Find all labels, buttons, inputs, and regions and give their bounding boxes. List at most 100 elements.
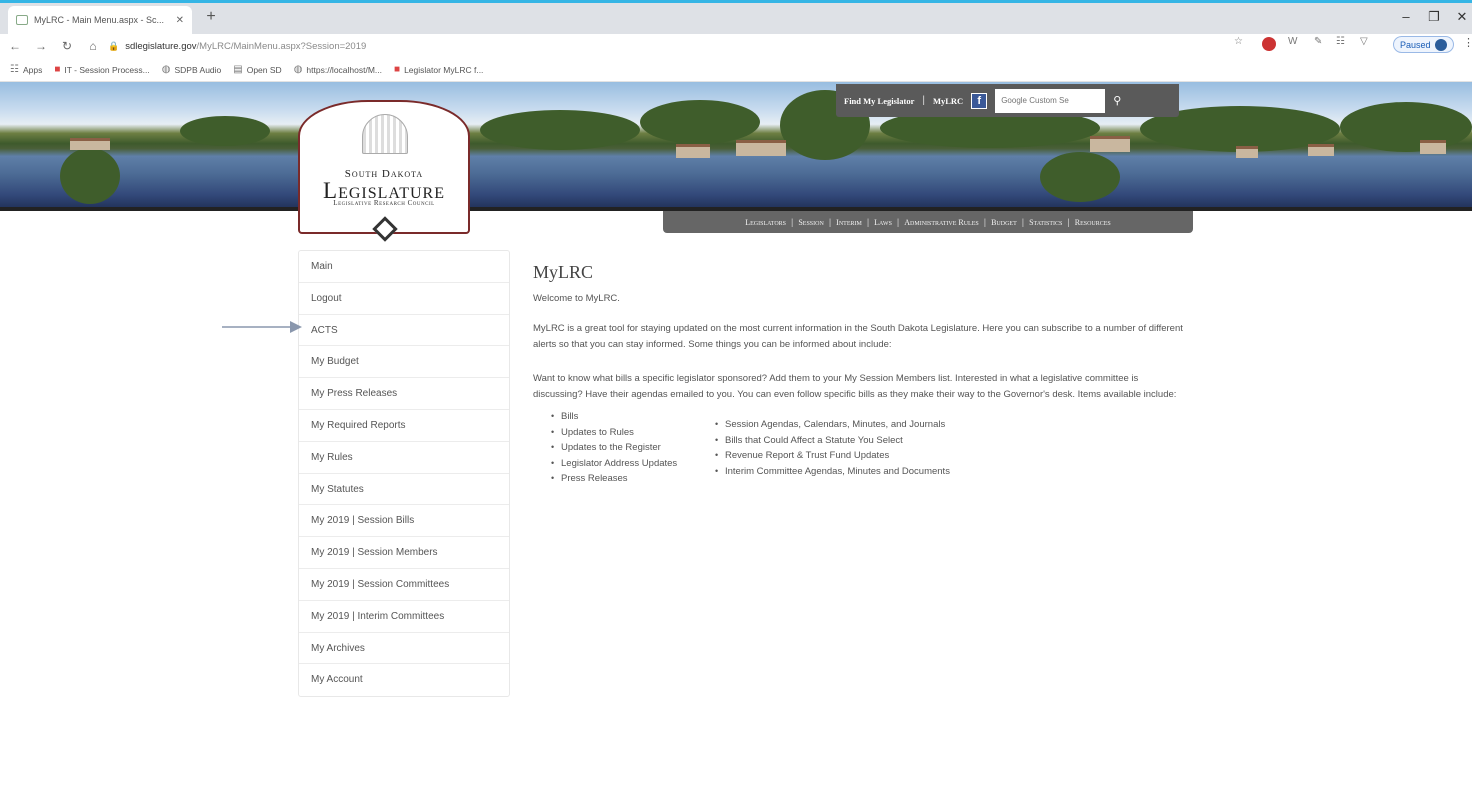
logo-line-lrc: Legislative Research Council (333, 199, 435, 207)
nav-administrative-rules[interactable]: Administrative Rules (904, 218, 978, 227)
browser-tabstrip: MyLRC - Main Menu.aspx - Sc... ✕ + – ❐ ✕ (0, 0, 1472, 34)
bookmark-star-icon[interactable]: ☆ (1234, 36, 1243, 47)
welcome-text: Welcome to MyLRC. (533, 293, 620, 304)
extension-grid-icon[interactable]: ☷ (1336, 36, 1345, 47)
menu-main[interactable]: Main (299, 251, 509, 283)
menu-my-press-releases[interactable]: My Press Releases (299, 378, 509, 410)
list-item: Bills that Could Affect a Statute You Se… (713, 433, 950, 449)
reload-icon[interactable]: ↻ (56, 39, 78, 53)
minimize-icon[interactable]: – (1396, 9, 1416, 24)
extension-icon[interactable]: W (1288, 36, 1297, 47)
list-item: Legislator Address Updates (549, 456, 677, 472)
url-path: /MyLRC/MainMenu.aspx?Session=2019 (196, 40, 367, 52)
avatar (1434, 38, 1447, 51)
bookmark-item[interactable]: ▤ Open SD (233, 64, 281, 75)
details-paragraph: Want to know what bills a specific legis… (533, 373, 1177, 400)
items-list-left: Bills Updates to Rules Updates to the Re… (549, 409, 677, 487)
bookmark-label: SDPB Audio (174, 64, 222, 75)
bookmarks-bar: ☷ Apps ■ IT - Session Process... ◍ SDPB Aud… (0, 58, 1472, 82)
page-icon: ▤ (233, 64, 243, 75)
menu-my-rules[interactable]: My Rules (299, 442, 509, 474)
nav-interim[interactable]: Interim (836, 218, 862, 227)
items-list-right: Session Agendas, Calendars, Minutes, and… (713, 417, 950, 479)
nav-laws[interactable]: Laws (874, 218, 892, 227)
nav-legislators[interactable]: Legislators (745, 218, 786, 227)
bookmark-item[interactable]: ■ IT - Session Process... (54, 64, 149, 75)
extension-pen-icon[interactable]: ✎ (1314, 36, 1322, 47)
capitol-dome-icon (362, 114, 408, 154)
site-favicon-icon (16, 15, 28, 25)
separator: | (922, 95, 925, 106)
lock-icon: 🔒 (108, 40, 120, 51)
microsoft-icon: ■ (394, 64, 401, 75)
page-title: MyLRC (533, 262, 594, 282)
bookmark-item[interactable]: ◍ https://localhost/M... (294, 64, 382, 75)
separator: | (983, 217, 987, 227)
extension-stop-icon[interactable] (1262, 37, 1276, 51)
diamond-emblem-icon (372, 216, 398, 242)
menu-session-bills[interactable]: My 2019 | Session Bills (299, 505, 509, 538)
restore-icon[interactable]: ❐ (1424, 9, 1444, 25)
menu-interim-committees[interactable]: My 2019 | Interim Committees (299, 601, 509, 633)
back-icon[interactable]: ← (4, 39, 26, 53)
menu-acts[interactable]: ACTS (299, 315, 509, 347)
browser-toolbar: ← → ↻ ⌂ 🔒 sdlegislature.gov/MyLRC/MainMe… (0, 34, 1472, 58)
nav-resources[interactable]: Resources (1075, 218, 1111, 227)
separator: | (866, 217, 870, 227)
menu-session-members[interactable]: My 2019 | Session Members (299, 537, 509, 569)
address-bar[interactable]: 🔒 sdlegislature.gov/MyLRC/MainMenu.aspx?… (108, 36, 1218, 56)
separator: | (896, 217, 900, 227)
find-my-legislator-link[interactable]: Find My Legislator (844, 96, 914, 106)
list-item: Updates to Rules (549, 425, 677, 441)
site-banner-photo (0, 82, 1472, 210)
menu-my-statutes[interactable]: My Statutes (299, 474, 509, 506)
bookmark-label: https://localhost/M... (306, 64, 383, 75)
close-window-icon[interactable]: ✕ (1452, 9, 1472, 25)
new-tab-icon[interactable]: + (200, 8, 222, 26)
nav-statistics[interactable]: Statistics (1029, 218, 1062, 227)
profile-label: Paused (1400, 39, 1431, 50)
list-item: Updates to the Register (549, 440, 677, 456)
search-icon[interactable]: ⚲ (1113, 94, 1121, 107)
list-item: Press Releases (549, 471, 677, 487)
bookmark-label: Open SD (246, 64, 282, 75)
utility-bar: Find My Legislator | MyLRC f ⚲ (836, 84, 1179, 117)
separator: | (828, 217, 832, 227)
browser-tab[interactable]: MyLRC - Main Menu.aspx - Sc... ✕ (8, 6, 192, 34)
menu-my-account[interactable]: My Account (299, 664, 509, 696)
main-content: MyLRC Welcome to MyLRC. MyLRC is a great… (533, 262, 1183, 489)
menu-logout[interactable]: Logout (299, 283, 509, 315)
menu-my-budget[interactable]: My Budget (299, 346, 509, 379)
nav-budget[interactable]: Budget (991, 218, 1017, 227)
separator: | (791, 217, 794, 227)
menu-session-committees[interactable]: My 2019 | Session Committees (299, 569, 509, 601)
tab-close-icon[interactable]: ✕ (176, 15, 184, 26)
globe-icon: ◍ (293, 64, 303, 75)
bookmark-item[interactable]: ◍ SDPB Audio (162, 64, 222, 75)
side-menu: Main Logout ACTS My Budget My Press Rele… (298, 250, 510, 698)
legislature-logo[interactable]: South Dakota Legislature Legislative Res… (298, 100, 470, 242)
bookmark-label: Apps (22, 64, 43, 75)
pointer-arrow-icon (222, 321, 302, 333)
bookmark-item[interactable]: ■ Legislator MyLRC f... (394, 64, 483, 75)
search-input[interactable] (995, 88, 1106, 113)
apps-grid-icon: ☷ (10, 64, 19, 75)
bookmark-label: Legislator MyLRC f... (404, 64, 484, 75)
list-item: Interim Committee Agendas, Minutes and D… (713, 464, 950, 480)
items-lists: Bills Updates to Rules Updates to the Re… (533, 409, 1183, 489)
list-item: Session Agendas, Calendars, Minutes, and… (713, 417, 950, 433)
separator: | (1021, 217, 1025, 227)
list-item: Bills (549, 409, 677, 425)
url-host: sdlegislature.gov (125, 40, 197, 52)
home-icon[interactable]: ⌂ (82, 39, 104, 53)
extension-filter-icon[interactable]: ▽ (1360, 36, 1368, 47)
profile-button[interactable]: Paused (1393, 36, 1454, 53)
mylrc-link[interactable]: MyLRC (933, 96, 963, 106)
menu-my-archives[interactable]: My Archives (299, 633, 509, 665)
forward-icon[interactable]: → (30, 39, 52, 53)
bookmark-apps[interactable]: ☷ Apps (10, 64, 42, 75)
nav-session[interactable]: Session (798, 218, 823, 227)
menu-kebab-icon[interactable]: ⋮ (1463, 36, 1472, 49)
facebook-icon[interactable]: f (971, 92, 988, 109)
menu-my-required-reports[interactable]: My Required Reports (299, 410, 509, 442)
